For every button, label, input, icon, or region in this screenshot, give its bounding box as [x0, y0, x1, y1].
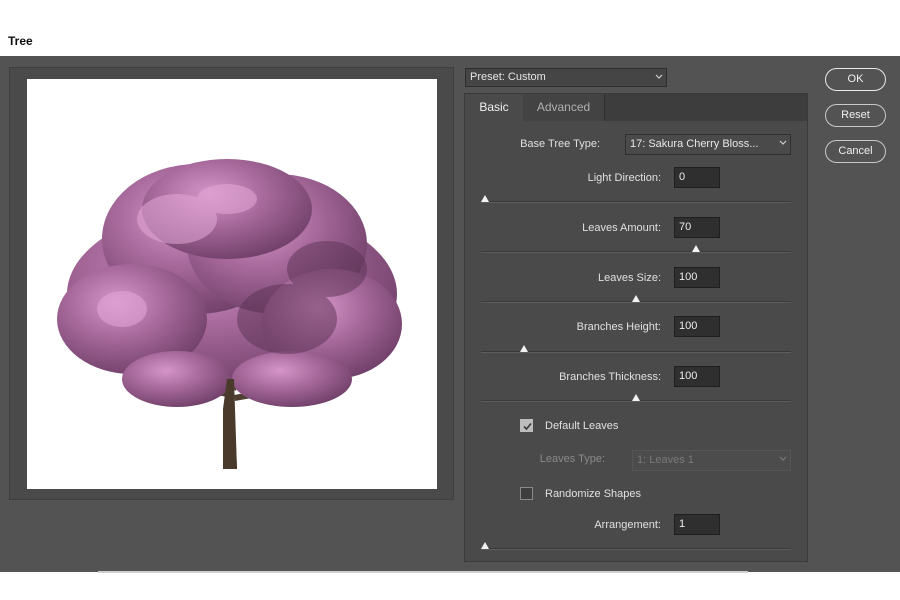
ok-button[interactable]: OK [825, 68, 886, 91]
default-leaves-checkbox[interactable] [520, 419, 533, 432]
leaves-size-slider[interactable] [481, 295, 791, 303]
bottom-divider [98, 571, 748, 573]
slider-thumb[interactable] [520, 345, 529, 352]
default-leaves-label: Default Leaves [545, 420, 619, 432]
cancel-button[interactable]: Cancel [825, 140, 886, 163]
branches-height-field[interactable]: 100 [674, 316, 720, 337]
window-title: Tree [8, 34, 33, 48]
base-tree-type-value: 17: Sakura Cherry Bloss... [630, 138, 759, 150]
light-direction-slider[interactable] [481, 195, 791, 203]
reset-button[interactable]: Reset [825, 104, 886, 127]
title-bar: Tree [0, 0, 900, 56]
leaves-amount-slider[interactable] [481, 245, 791, 253]
tab-bar: Basic Advanced [465, 94, 807, 121]
slider-thumb[interactable] [481, 195, 489, 202]
randomize-shapes-checkbox[interactable] [520, 487, 533, 500]
settings-panel: Basic Advanced Base Tree Type: 17: Sakur… [464, 93, 808, 562]
leaves-amount-field[interactable]: 70 [674, 217, 720, 238]
preset-label: Preset: Custom [470, 71, 546, 83]
chevron-down-icon [655, 74, 663, 81]
arrangement-slider[interactable] [481, 542, 791, 550]
light-direction-field[interactable]: 0 [674, 167, 720, 188]
cherry-tree-image [57, 159, 402, 469]
branches-height-label: Branches Height: [576, 321, 661, 333]
base-tree-type-select[interactable]: 17: Sakura Cherry Bloss... [625, 134, 791, 155]
preview-frame [9, 67, 454, 500]
leaves-size-field[interactable]: 100 [674, 267, 720, 288]
slider-thumb[interactable] [692, 245, 701, 252]
tree-dialog: Preset: Custom Basic Advanced Base Tree … [0, 56, 900, 572]
branches-height-slider[interactable] [481, 345, 791, 353]
branches-thickness-slider[interactable] [481, 394, 791, 402]
preset-dropdown[interactable]: Preset: Custom [465, 68, 667, 87]
branches-thickness-label: Branches Thickness: [559, 371, 661, 383]
light-direction-label: Light Direction: [587, 172, 661, 184]
chevron-down-icon [779, 140, 787, 147]
base-tree-type-label: Base Tree Type: [520, 138, 600, 150]
tab-advanced[interactable]: Advanced [523, 94, 605, 121]
leaves-amount-label: Leaves Amount: [582, 222, 661, 234]
tree-preview [27, 79, 437, 489]
leaves-type-select[interactable]: 1: Leaves 1 [632, 450, 791, 471]
leaves-type-label: Leaves Type: [539, 453, 605, 465]
tab-basic[interactable]: Basic [465, 94, 523, 121]
leaves-size-label: Leaves Size: [598, 272, 661, 284]
branches-thickness-field[interactable]: 100 [674, 366, 720, 387]
arrangement-field[interactable]: 1 [674, 514, 720, 535]
slider-thumb[interactable] [632, 394, 640, 401]
chevron-down-icon [779, 456, 787, 463]
slider-thumb[interactable] [481, 542, 489, 549]
arrangement-label: Arrangement: [594, 519, 661, 531]
leaves-type-value: 1: Leaves 1 [637, 454, 694, 466]
slider-thumb[interactable] [632, 295, 640, 302]
randomize-shapes-label: Randomize Shapes [545, 488, 642, 500]
checkmark-icon [523, 422, 532, 431]
